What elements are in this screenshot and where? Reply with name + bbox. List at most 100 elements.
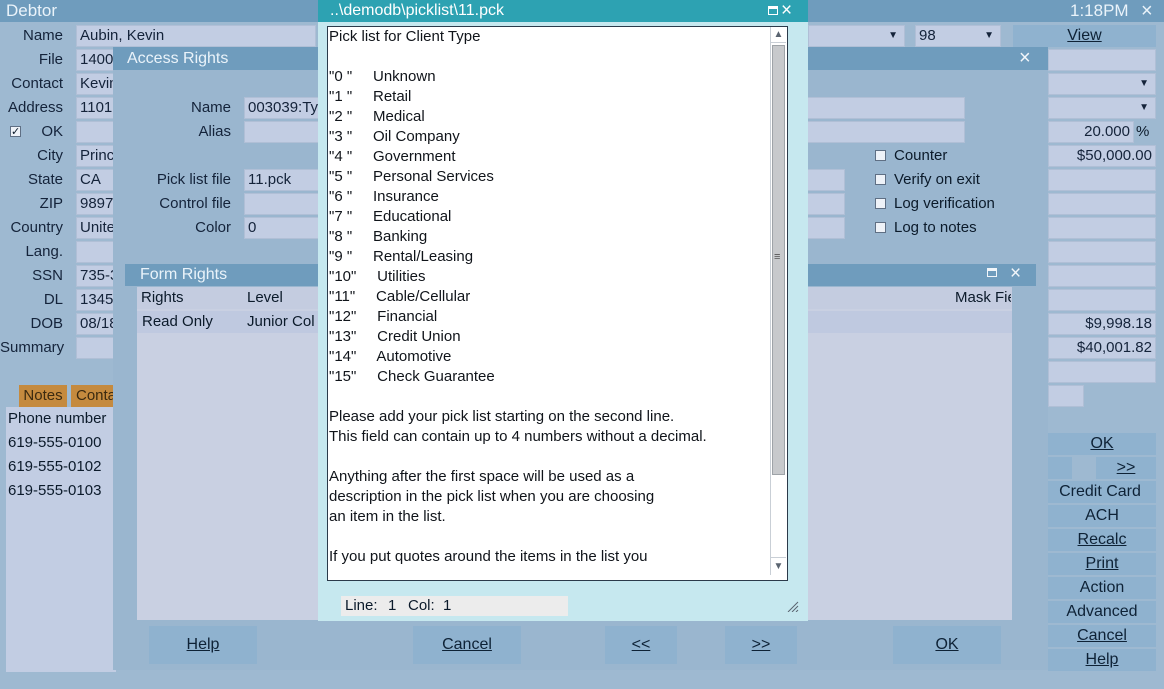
- lang-label: Lang.: [25, 243, 63, 260]
- dob-field[interactable]: 08/18: [76, 313, 116, 335]
- amount-field-3[interactable]: $40,001.82: [1048, 337, 1156, 359]
- right-select-1[interactable]: ▼: [1048, 73, 1156, 95]
- counter-checkbox[interactable]: [875, 150, 886, 161]
- name-label: Name: [22, 27, 63, 44]
- amount-field-1[interactable]: $50,000.00: [1048, 145, 1156, 167]
- right-field-5[interactable]: [1048, 241, 1156, 263]
- credit-card-button[interactable]: Credit Card: [1044, 481, 1156, 503]
- action-button-label: Action: [1079, 579, 1125, 596]
- ar-cancel-button[interactable]: Cancel: [413, 626, 521, 664]
- recalc-button-label: Recalc: [1077, 531, 1127, 548]
- scroll-down-arrow-icon[interactable]: ▼: [771, 557, 786, 574]
- advanced-button[interactable]: Advanced: [1048, 601, 1156, 623]
- action-button[interactable]: Action: [1048, 577, 1156, 599]
- ar-next-button[interactable]: >>: [725, 626, 797, 664]
- close-icon[interactable]: ×: [781, 0, 792, 22]
- cancel-button[interactable]: Cancel: [1048, 625, 1156, 647]
- close-icon[interactable]: ×: [1019, 47, 1031, 70]
- ar-color-label: Color: [195, 219, 231, 236]
- col-rights[interactable]: Rights: [141, 286, 241, 310]
- log-verification-checkbox[interactable]: [875, 198, 886, 209]
- log-to-notes-checkbox[interactable]: [875, 222, 886, 233]
- ach-button[interactable]: ACH: [1048, 505, 1156, 527]
- cancel-button-label: Cancel: [1077, 627, 1127, 644]
- scroll-up-arrow-icon[interactable]: ▲: [771, 27, 786, 43]
- verify-on-exit-checkbox[interactable]: [875, 174, 886, 185]
- ar-control-file-label: Control file: [159, 195, 231, 212]
- ar-help-button[interactable]: Help: [149, 626, 257, 664]
- col-level[interactable]: Level: [247, 286, 319, 310]
- ok-button[interactable]: OK: [1048, 433, 1156, 455]
- recalc-button[interactable]: Recalc: [1048, 529, 1156, 551]
- right-field-3[interactable]: [1048, 193, 1156, 215]
- file-field[interactable]: 1400: [76, 49, 116, 71]
- contact-field[interactable]: Kevin: [76, 73, 116, 95]
- percent-field[interactable]: 20.000: [1048, 121, 1134, 143]
- ar-cancel-label: Cancel: [442, 636, 492, 653]
- row-rights: Read Only: [142, 313, 213, 330]
- ok-field[interactable]: [76, 121, 116, 143]
- close-icon[interactable]: ×: [1141, 0, 1153, 23]
- address-field[interactable]: 1101: [76, 97, 116, 119]
- chevron-down-icon: ▼: [1139, 102, 1149, 113]
- resize-grip-icon[interactable]: [787, 600, 799, 612]
- ok-label: OK: [41, 123, 63, 140]
- top-select[interactable]: ▼: [808, 25, 905, 47]
- amount-field-2[interactable]: $9,998.18: [1048, 313, 1156, 335]
- maximize-icon[interactable]: [768, 6, 778, 15]
- phone-row[interactable]: 619-555-0102: [8, 457, 101, 477]
- right-field-4[interactable]: [1048, 217, 1156, 239]
- print-button[interactable]: Print: [1048, 553, 1156, 575]
- right-field-9[interactable]: [1048, 385, 1084, 407]
- state-field[interactable]: CA: [76, 169, 116, 191]
- chevron-down-icon: ▼: [1139, 78, 1149, 89]
- editor-text-area[interactable]: Pick list for Client Type "0 " Unknown "1 …: [327, 26, 788, 581]
- editor-line: "11" Cable/Cellular: [329, 288, 471, 305]
- editor-title: ..\demodb\picklist\11.pck: [330, 2, 505, 19]
- scrollbar-thumb[interactable]: ≡: [772, 45, 785, 475]
- dl-field[interactable]: 1345: [76, 289, 116, 311]
- maximize-icon[interactable]: [987, 268, 997, 277]
- right-field-6[interactable]: [1048, 265, 1156, 287]
- col-mask-field[interactable]: Mask Fie: [955, 286, 1011, 310]
- right-field-8[interactable]: [1048, 361, 1156, 383]
- right-field-2[interactable]: [1048, 169, 1156, 191]
- city-field[interactable]: Princ: [76, 145, 116, 167]
- prev-small-button[interactable]: [1048, 457, 1072, 479]
- tab-notes[interactable]: Notes: [19, 385, 67, 407]
- verify-on-exit-label: Verify on exit: [894, 171, 980, 188]
- right-field-1[interactable]: [1048, 49, 1156, 71]
- phone-row[interactable]: 619-555-0103: [8, 481, 101, 501]
- ar-ok-button[interactable]: OK: [893, 626, 1001, 664]
- ssn-field[interactable]: 735-3: [76, 265, 116, 287]
- top-select-98[interactable]: 98 ▼: [915, 25, 1001, 47]
- zip-field[interactable]: 9897: [76, 193, 116, 215]
- right-field-7[interactable]: [1048, 289, 1156, 311]
- next-button[interactable]: >>: [1096, 457, 1156, 479]
- tab-contacts[interactable]: Conta: [71, 385, 116, 407]
- clock-time: 1:18PM: [1070, 1, 1129, 20]
- country-field[interactable]: Unite: [76, 217, 116, 239]
- editor-line: an item in the list.: [329, 508, 446, 525]
- close-icon[interactable]: ×: [1010, 263, 1021, 285]
- editor-line: Anything after the first space will be u…: [329, 468, 635, 485]
- access-rights-title: Access Rights: [127, 50, 229, 67]
- name-field[interactable]: Aubin, Kevin: [76, 25, 316, 47]
- city-label: City: [37, 147, 63, 164]
- summary-field[interactable]: [76, 337, 116, 359]
- ar-ok-label: OK: [935, 636, 959, 653]
- scrollbar-track[interactable]: ▲ ≡ ▼: [770, 27, 786, 575]
- ar-prev-button[interactable]: <<: [605, 626, 677, 664]
- form-rights-title: Form Rights: [140, 266, 228, 283]
- ach-button-label: ACH: [1085, 507, 1119, 524]
- right-select-2[interactable]: ▼: [1048, 97, 1156, 119]
- phone-row[interactable]: 619-555-0100: [8, 433, 101, 453]
- help-button[interactable]: Help: [1048, 649, 1156, 671]
- view-button[interactable]: View: [1013, 25, 1156, 47]
- editor-line: Pick list for Client Type: [329, 28, 481, 45]
- help-button-label: Help: [1085, 651, 1119, 668]
- lang-field[interactable]: [76, 241, 116, 263]
